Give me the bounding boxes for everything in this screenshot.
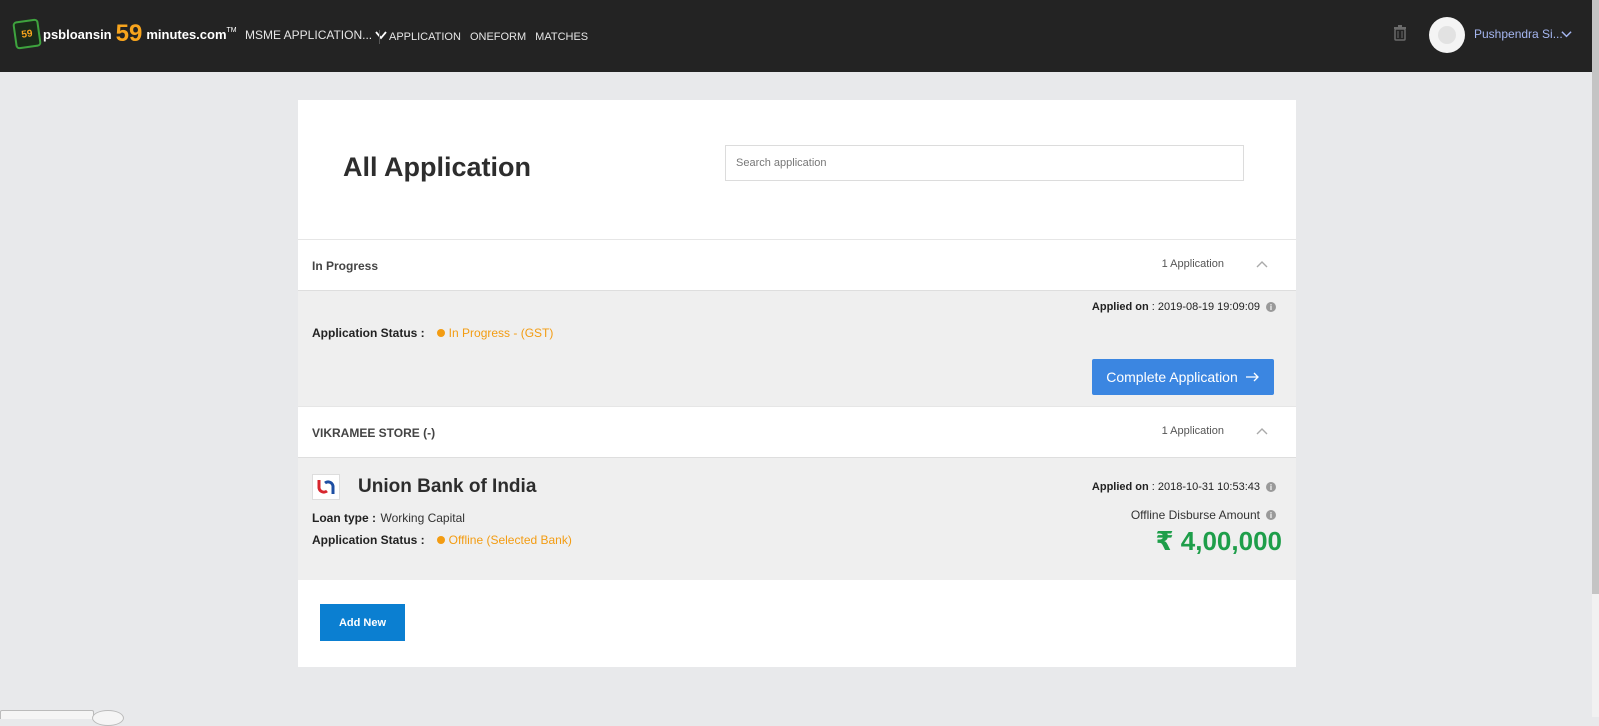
loan-type-value: Working Capital [380, 511, 465, 525]
applied-on-label: Applied on [1091, 481, 1149, 493]
applied-on: Applied on : 2018-10-31 10:53:43 i [1092, 481, 1276, 493]
page-scrollbar[interactable] [1592, 0, 1599, 717]
applied-on: Applied on : 2019-08-19 19:09:09 i [1092, 301, 1276, 313]
section-header-in-progress[interactable]: In Progress 1 Application [298, 239, 1296, 291]
chevron-up-icon[interactable] [1256, 427, 1268, 435]
brand-name-part2: minutes.com [146, 26, 227, 42]
info-icon[interactable]: i [1266, 302, 1276, 312]
status-dot [436, 329, 445, 337]
loan-type: Loan type : Working Capital [312, 509, 465, 527]
application-item: Union Bank of India Loan type : Working … [298, 458, 1296, 580]
offline-disburse-label: Offline Disburse Amount [1130, 508, 1260, 522]
disburse-amount-value: ₹ 4,00,000 [1155, 526, 1282, 556]
section-title: In Progress [312, 259, 379, 273]
complete-application-button[interactable]: Complete Application [1092, 359, 1274, 395]
status-value: In Progress - (GST) [448, 326, 554, 340]
application-count: 1 Application [1161, 258, 1224, 270]
info-icon[interactable]: i [1266, 510, 1276, 520]
brand-logo[interactable]: 59 psbloansin 59 minutes.com TM [12, 18, 237, 50]
application-status: Application Status : In Progress - (GST) [312, 326, 553, 340]
bank-logo [312, 474, 340, 500]
main-nav: APPLICATION ONEFORM MATCHES [389, 31, 588, 43]
avatar[interactable] [1429, 17, 1465, 53]
brand-name-part1: psbloansin [43, 26, 112, 42]
scrollbar-thumb[interactable] [1592, 0, 1599, 594]
nav-link-application[interactable]: APPLICATION [389, 31, 461, 43]
bank-name: Union Bank of India [358, 476, 537, 497]
section-header-vikramee-store[interactable]: VIKRAMEE STORE (-) 1 Application [298, 406, 1296, 458]
loan-type-label: Loan type : [312, 511, 377, 525]
status-value: Offline (Selected Bank) [448, 533, 572, 547]
applied-on-value: : 2019-08-19 19:09:09 [1151, 301, 1260, 313]
status-label: Application Status : [312, 326, 425, 340]
bottom-widget-tab[interactable] [0, 710, 94, 719]
user-name[interactable]: Pushpendra Si... [1474, 27, 1563, 41]
info-icon[interactable]: i [1266, 482, 1276, 492]
brand-trademark: TM [226, 26, 237, 34]
complete-application-label: Complete Application [1106, 369, 1238, 385]
search-input[interactable] [725, 145, 1244, 181]
trash-icon[interactable] [1393, 25, 1407, 41]
msme-application-label: MSME APPLICATION... [245, 28, 373, 42]
arrow-right-icon [1245, 372, 1259, 382]
offline-disburse-amount: Offline Disburse Amount i [1131, 508, 1276, 522]
nav-divider [379, 30, 380, 44]
nav-link-oneform[interactable]: ONEFORM [470, 31, 526, 43]
status-dot [436, 536, 445, 544]
section-title: VIKRAMEE STORE (-) [312, 426, 436, 440]
application-item: Applied on : 2019-08-19 19:09:09 i Appli… [298, 291, 1296, 406]
status-label: Application Status : [312, 533, 425, 547]
applications-card: All Application In Progress 1 Applicatio… [298, 100, 1296, 667]
chevron-down-icon[interactable] [1561, 29, 1572, 40]
nav-link-matches[interactable]: MATCHES [535, 31, 588, 43]
status-badge: Offline (Selected Bank) [436, 533, 572, 547]
brand-name-number: 59 [115, 20, 143, 47]
chevron-down-icon [375, 31, 387, 40]
bottom-widget-circle[interactable] [92, 710, 124, 726]
application-count: 1 Application [1161, 425, 1224, 437]
applied-on-label: Applied on [1091, 301, 1149, 313]
applied-on-value: : 2018-10-31 10:53:43 [1151, 481, 1260, 493]
add-new-button[interactable]: Add New [320, 604, 405, 641]
union-bank-logo-icon [317, 480, 335, 494]
logo-icon: 59 [12, 18, 42, 50]
msme-application-dropdown[interactable]: MSME APPLICATION... [245, 28, 387, 42]
page-title: All Application [343, 152, 531, 182]
top-navbar: 59 psbloansin 59 minutes.com TM MSME APP… [0, 0, 1599, 72]
application-status: Application Status : Offline (Selected B… [312, 533, 572, 547]
status-badge: In Progress - (GST) [436, 326, 554, 340]
chevron-up-icon[interactable] [1256, 260, 1268, 268]
